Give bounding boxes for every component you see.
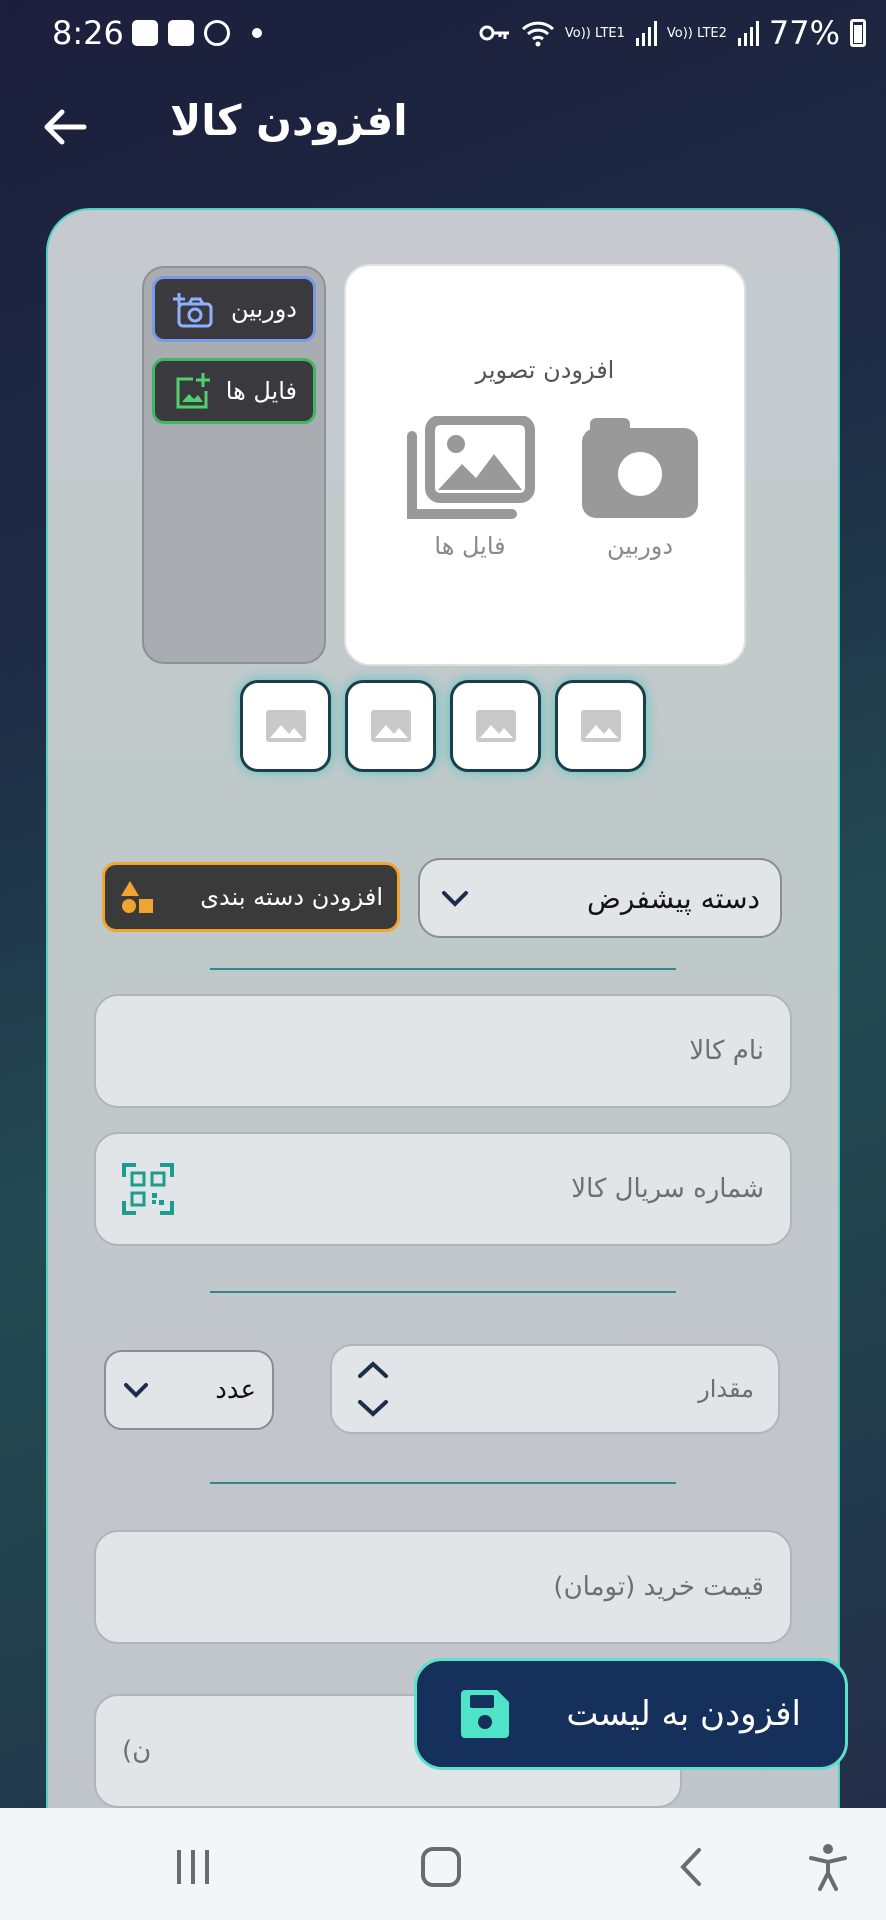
more-notifications-icon: [252, 28, 262, 38]
status-right: Vo)) LTE1 Vo)) LTE2 77%: [479, 14, 866, 52]
image-placeholder-icon: [265, 710, 306, 742]
sim2-label: Vo)) LTE2: [666, 25, 727, 41]
quantity-field[interactable]: مقدار: [330, 1344, 780, 1434]
accessibility-icon: [809, 1844, 847, 1891]
notification-icons: [132, 20, 262, 46]
chevron-down-icon: [124, 1383, 148, 1398]
camera-button[interactable]: دوربین: [152, 276, 316, 342]
category-selected-value: دسته پیشفرض: [587, 881, 760, 915]
section-divider: [210, 968, 676, 970]
signal-icon: [635, 21, 657, 46]
preview-camera-label: دوربین: [606, 532, 674, 560]
serial-number-placeholder: شماره سریال کالا: [571, 1174, 764, 1204]
sale-price-placeholder: ن): [122, 1736, 152, 1766]
save-icon: [461, 1690, 509, 1738]
vpn-key-icon: [479, 25, 509, 41]
accessibility-button[interactable]: [798, 1842, 858, 1892]
thumbnail-strip: [240, 680, 646, 772]
sim1-label: Vo)) LTE1: [564, 25, 625, 41]
product-name-placeholder: نام کالا: [689, 1036, 764, 1066]
home-icon: [421, 1847, 461, 1887]
app-bar: افزودن کالا: [0, 80, 886, 170]
image-thumbnail[interactable]: [450, 680, 541, 772]
battery-icon: [850, 19, 866, 47]
system-nav-bar: [0, 1808, 886, 1920]
files-button[interactable]: فایل ها: [152, 358, 316, 424]
preview-files-label: فایل ها: [434, 532, 506, 560]
serial-number-field[interactable]: شماره سریال کالا: [94, 1132, 792, 1246]
add-photo-icon: [176, 373, 210, 409]
category-select[interactable]: دسته پیشفرض: [418, 858, 782, 938]
unit-selected-value: عدد: [215, 1375, 256, 1405]
image-source-panel: دوربین فایل ها: [142, 266, 326, 664]
add-to-list-button[interactable]: افزودن به لیست: [414, 1658, 848, 1770]
quantity-placeholder: مقدار: [698, 1375, 754, 1403]
image-placeholder-icon: [475, 710, 516, 742]
add-category-label: افزودن دسته بندی: [200, 883, 383, 911]
decrement-chevron-icon[interactable]: [356, 1398, 390, 1418]
screenshot-notification-icon: [204, 20, 230, 46]
section-divider: [210, 1482, 676, 1484]
quantity-stepper[interactable]: [356, 1360, 390, 1418]
signal-icon: [737, 21, 759, 46]
back-chevron-icon: [680, 1848, 701, 1886]
image-thumbnail[interactable]: [555, 680, 646, 772]
recents-icon: [177, 1850, 209, 1884]
camera-button-label: دوربین: [230, 295, 297, 323]
image-thumbnail[interactable]: [240, 680, 331, 772]
image-placeholder-icon: [580, 710, 621, 742]
unit-select[interactable]: عدد: [104, 1350, 274, 1430]
purchase-price-placeholder: قیمت خرید (تومان): [553, 1572, 764, 1602]
photo-library-icon: [407, 415, 535, 519]
status-time: 8:26: [52, 14, 124, 52]
image-preview[interactable]: افزودن تصویر دوربین فایل ها: [344, 264, 746, 666]
back-button[interactable]: [660, 1842, 720, 1892]
preview-title: افزودن تصویر: [475, 356, 615, 384]
home-button[interactable]: [411, 1842, 471, 1892]
qr-scan-icon[interactable]: [122, 1163, 174, 1215]
files-button-label: فایل ها: [225, 377, 297, 405]
section-divider: [210, 1291, 676, 1293]
recents-button[interactable]: [163, 1842, 223, 1892]
image-placeholder-icon: [370, 710, 411, 742]
product-name-field[interactable]: نام کالا: [94, 994, 792, 1108]
shapes-icon: [121, 881, 153, 913]
add-to-list-label: افزودن به لیست: [566, 1694, 801, 1734]
wifi-icon: [521, 21, 554, 47]
camera-icon: [582, 418, 698, 518]
add-camera-icon: [173, 293, 213, 328]
preview-files-option[interactable]: فایل ها: [400, 415, 540, 566]
battery-percent: 77%: [768, 14, 840, 52]
image-thumbnail[interactable]: [345, 680, 436, 772]
chevron-down-icon: [442, 891, 468, 907]
add-category-button[interactable]: افزودن دسته بندی: [102, 862, 400, 932]
preview-camera-option[interactable]: دوربین: [578, 416, 702, 566]
purchase-price-field[interactable]: قیمت خرید (تومان): [94, 1530, 792, 1644]
gallery-notification-icon: [168, 20, 194, 46]
back-arrow-icon[interactable]: [38, 100, 92, 154]
increment-chevron-icon[interactable]: [356, 1360, 390, 1380]
page-title: افزودن کالا: [170, 96, 408, 145]
notification-app-icon: [132, 20, 158, 46]
status-bar: 8:26 Vo)) LTE1 Vo)) LTE2 77%: [0, 0, 886, 68]
